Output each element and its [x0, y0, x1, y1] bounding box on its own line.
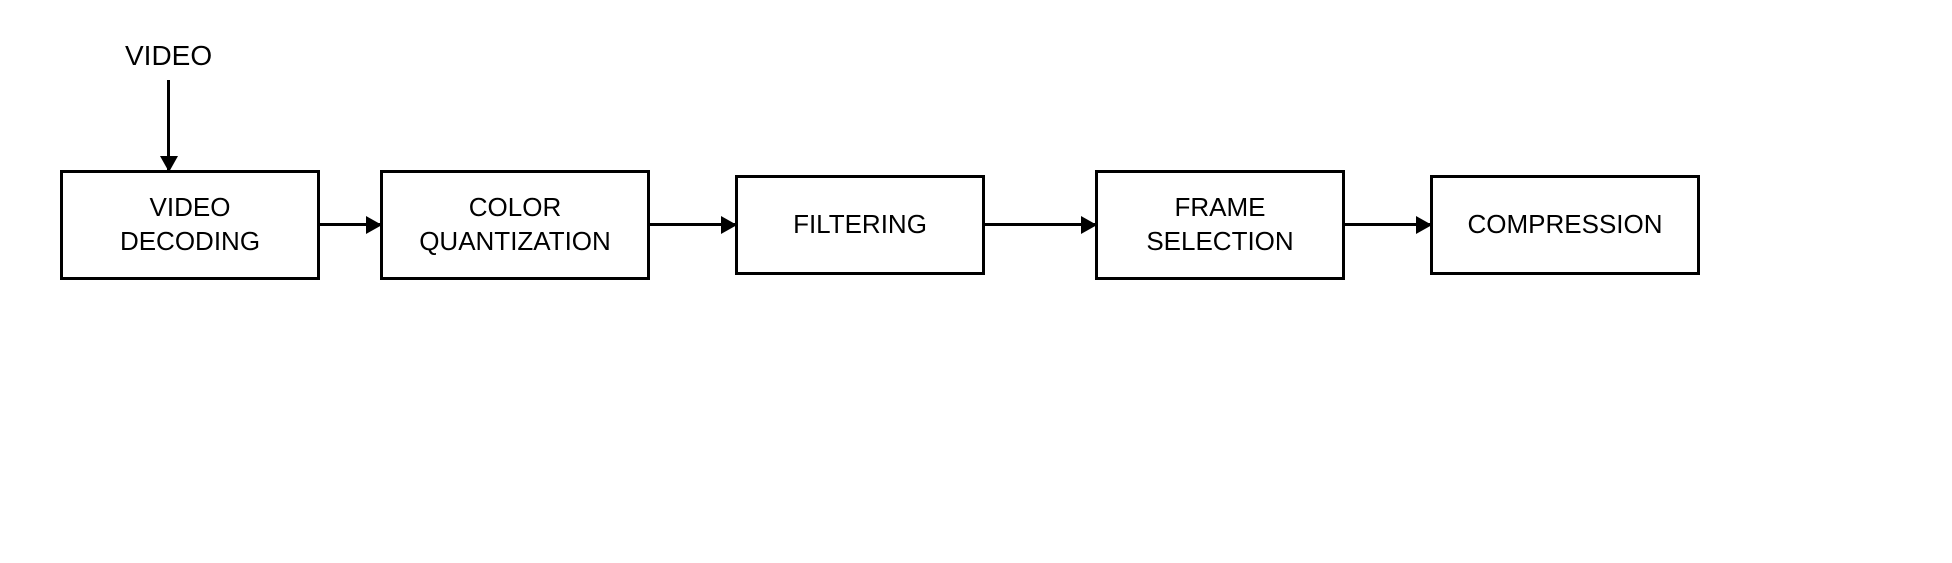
block-diagram: VIDEO VIDEO DECODING COLOR QUANTIZATION …: [60, 40, 1892, 280]
flow-row: VIDEO DECODING COLOR QUANTIZATION FILTER…: [60, 170, 1700, 280]
arrow-right-icon: [320, 223, 380, 226]
input-label: VIDEO: [125, 40, 212, 72]
input-section: VIDEO: [125, 40, 212, 170]
block-compression: COMPRESSION: [1430, 175, 1700, 275]
block-video-decoding: VIDEO DECODING: [60, 170, 320, 280]
arrow-right-icon: [650, 223, 735, 226]
arrow-right-icon: [985, 223, 1095, 226]
arrow-right-icon: [1345, 223, 1430, 226]
block-filtering: FILTERING: [735, 175, 985, 275]
block-frame-selection: FRAME SELECTION: [1095, 170, 1345, 280]
down-arrow: [167, 80, 170, 170]
block-color-quantization: COLOR QUANTIZATION: [380, 170, 650, 280]
